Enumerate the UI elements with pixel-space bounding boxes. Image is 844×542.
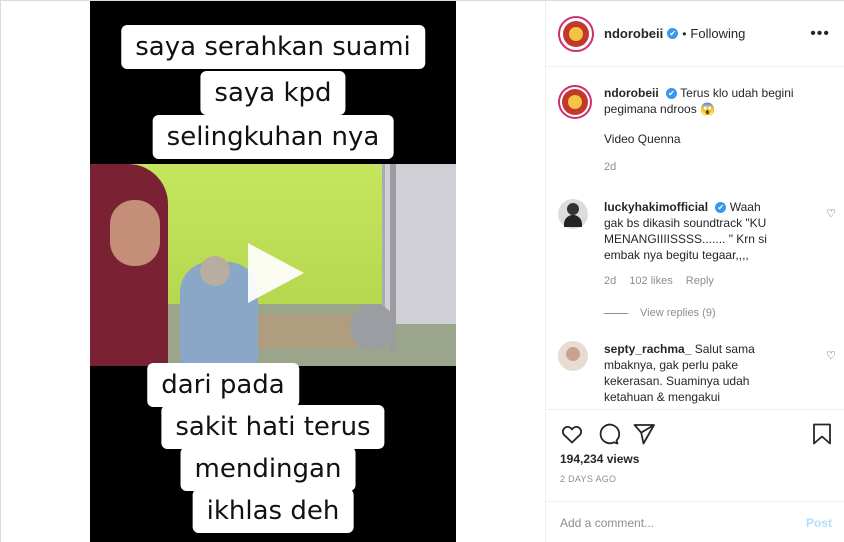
caption-extra: Video Quenna <box>604 132 681 146</box>
verified-icon: ✔ <box>666 88 678 100</box>
comment-item: septy_rachma_ Salut sama mbaknya, gak pe… <box>558 341 842 405</box>
caption-username[interactable]: ndorobeii <box>604 86 659 100</box>
separator-dot: • <box>682 26 687 41</box>
video-caption-line: saya serahkan suami <box>121 25 425 69</box>
commenter-avatar[interactable] <box>558 341 588 371</box>
author-avatar[interactable] <box>558 15 594 52</box>
video-caption-line: sakit hati terus <box>161 405 385 449</box>
post-comment-button[interactable]: Post <box>806 516 832 530</box>
action-icons <box>560 422 668 446</box>
video-fan <box>350 304 396 350</box>
author-username[interactable]: ndorobeii <box>604 26 663 41</box>
commenter-avatar[interactable] <box>558 199 588 229</box>
share-send-icon[interactable] <box>632 422 656 446</box>
like-comment-heart-icon[interactable]: ♡ <box>826 349 836 362</box>
video-woman-face <box>110 200 160 266</box>
comment-meta: 2d 102 likes Reply <box>604 273 774 289</box>
comment-bubble-icon[interactable] <box>596 422 620 446</box>
caption-avatar[interactable] <box>558 85 592 119</box>
comment-username[interactable]: septy_rachma_ <box>604 342 691 356</box>
view-count[interactable]: 194,234 views <box>560 452 639 466</box>
video-caption-line: ikhlas deh <box>192 489 354 533</box>
view-replies-button[interactable]: View replies (9) <box>604 307 716 319</box>
add-comment-bar: Post <box>546 501 844 542</box>
like-comment-heart-icon[interactable]: ♡ <box>826 207 836 220</box>
play-icon[interactable] <box>248 243 304 303</box>
post-actions: 194,234 views 2 DAYS AGO <box>546 409 844 501</box>
video-player[interactable]: saya serahkan suami saya kpd selingkuhan… <box>90 1 456 542</box>
video-caption-line: saya kpd <box>200 71 346 115</box>
like-heart-icon[interactable] <box>560 422 584 446</box>
post-modal: saya serahkan suami saya kpd selingkuhan… <box>0 0 844 542</box>
comment-username[interactable]: luckyhakimofficial <box>604 200 708 214</box>
post-sidebar: ndorobeii ✔ • Following ••• ndorobeii ✔ … <box>545 1 844 542</box>
more-options-icon[interactable]: ••• <box>810 25 830 43</box>
video-person-head <box>200 256 230 286</box>
following-button[interactable]: Following <box>690 26 745 41</box>
save-bookmark-icon[interactable] <box>810 422 834 446</box>
reply-button[interactable]: Reply <box>686 275 714 287</box>
post-media: saya serahkan suami saya kpd selingkuhan… <box>1 1 545 542</box>
video-caption-line: mendingan <box>180 447 356 491</box>
verified-icon: ✔ <box>667 28 679 39</box>
caption-item: ndorobeii ✔ Terus klo udah begini pegima… <box>558 85 842 175</box>
post-header: ndorobeii ✔ • Following ••• <box>546 1 844 67</box>
comment-time: 2d <box>604 275 617 287</box>
comment-item: luckyhakimofficial ✔ Waah gak bs dikasih… <box>558 199 842 289</box>
comment-likes[interactable]: 102 likes <box>629 275 672 287</box>
video-caption-line: dari pada <box>147 363 299 407</box>
verified-icon: ✔ <box>715 202 727 214</box>
caption-time: 2d <box>604 161 617 173</box>
comments-list[interactable]: ndorobeii ✔ Terus klo udah begini pegima… <box>546 67 844 409</box>
post-timestamp[interactable]: 2 DAYS AGO <box>560 474 616 484</box>
video-clutter <box>250 314 360 348</box>
add-comment-input[interactable] <box>560 515 806 530</box>
video-caption-line: selingkuhan nya <box>152 115 394 159</box>
